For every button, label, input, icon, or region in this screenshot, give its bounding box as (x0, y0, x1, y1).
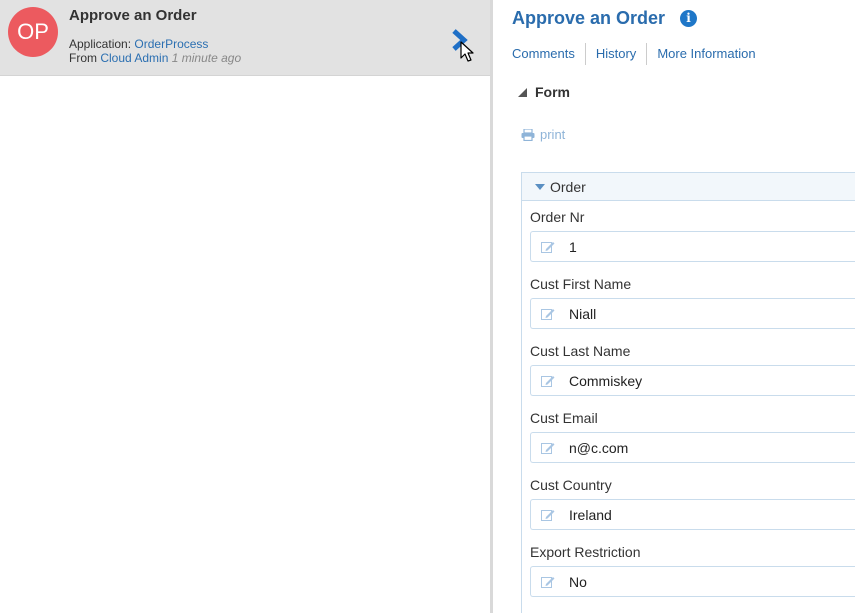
sender-link[interactable]: Cloud Admin (100, 51, 168, 65)
field-export-restriction: Export Restriction No (530, 544, 855, 597)
field-label: Export Restriction (530, 544, 641, 560)
edit-icon (541, 241, 555, 253)
tab-history[interactable]: History (584, 43, 646, 65)
field-label: Cust First Name (530, 276, 632, 292)
print-label: print (540, 127, 566, 142)
order-section-header[interactable]: Order (522, 173, 855, 201)
task-list-item[interactable]: OP Approve an Order Application: OrderPr… (0, 0, 491, 76)
from-label: From (69, 51, 97, 65)
task-list-panel: OP Approve an Order Application: OrderPr… (0, 0, 491, 613)
task-detail-panel: Approve an Order i Comments History More… (493, 0, 855, 613)
info-icon[interactable]: i (680, 10, 697, 27)
cust-email-input[interactable]: n@c.com (530, 432, 855, 463)
collapse-triangle-icon (518, 88, 527, 97)
edit-icon (541, 442, 555, 454)
field-label: Order Nr (530, 209, 585, 225)
field-cust-country: Cust Country Ireland (530, 477, 855, 530)
cust-first-name-input[interactable]: Niall (530, 298, 855, 329)
form-header[interactable]: Form (518, 84, 570, 100)
task-sender: From Cloud Admin 1 minute ago (69, 51, 241, 65)
tab-more-information[interactable]: More Information (646, 43, 765, 65)
field-value: No (569, 573, 587, 590)
field-value: 1 (569, 238, 577, 255)
order-section: Order Order Nr 1 Cust First Name Niall C… (521, 172, 855, 613)
detail-tabs: Comments History More Information (512, 42, 766, 66)
field-cust-first-name: Cust First Name Niall (530, 276, 855, 329)
cust-last-name-input[interactable]: Commiskey (530, 365, 855, 396)
task-application: Application: OrderProcess (69, 37, 208, 51)
time-ago: 1 minute ago (171, 51, 242, 65)
application-label: Application: (69, 37, 132, 51)
cust-country-input[interactable]: Ireland (530, 499, 855, 530)
edit-icon (541, 308, 555, 320)
order-nr-input[interactable]: 1 (530, 231, 855, 262)
form-label: Form (535, 84, 570, 100)
printer-icon (521, 128, 535, 141)
field-label: Cust Email (530, 410, 598, 426)
detail-title: Approve an Order (512, 8, 666, 28)
print-link[interactable]: print (521, 127, 565, 142)
export-restriction-input[interactable]: No (530, 566, 855, 597)
field-value: Ireland (569, 506, 612, 523)
field-value: Commiskey (569, 372, 643, 389)
field-order-nr: Order Nr 1 (530, 209, 855, 262)
edit-icon (541, 576, 555, 588)
tab-comments[interactable]: Comments (512, 43, 585, 65)
expand-triangle-icon (535, 183, 545, 190)
avatar: OP (8, 7, 58, 57)
application-link[interactable]: OrderProcess (134, 37, 208, 51)
field-value: n@c.com (569, 439, 629, 456)
field-cust-email: Cust Email n@c.com (530, 410, 855, 463)
section-title: Order (550, 178, 586, 195)
edit-icon (541, 375, 555, 387)
mouse-cursor-icon (460, 41, 474, 62)
edit-icon (541, 509, 555, 521)
field-label: Cust Country (530, 477, 612, 493)
field-label: Cust Last Name (530, 343, 631, 359)
field-value: Niall (569, 305, 597, 322)
field-cust-last-name: Cust Last Name Commiskey (530, 343, 855, 396)
task-title: Approve an Order (69, 7, 197, 24)
app-window: OP Approve an Order Application: OrderPr… (0, 0, 855, 613)
